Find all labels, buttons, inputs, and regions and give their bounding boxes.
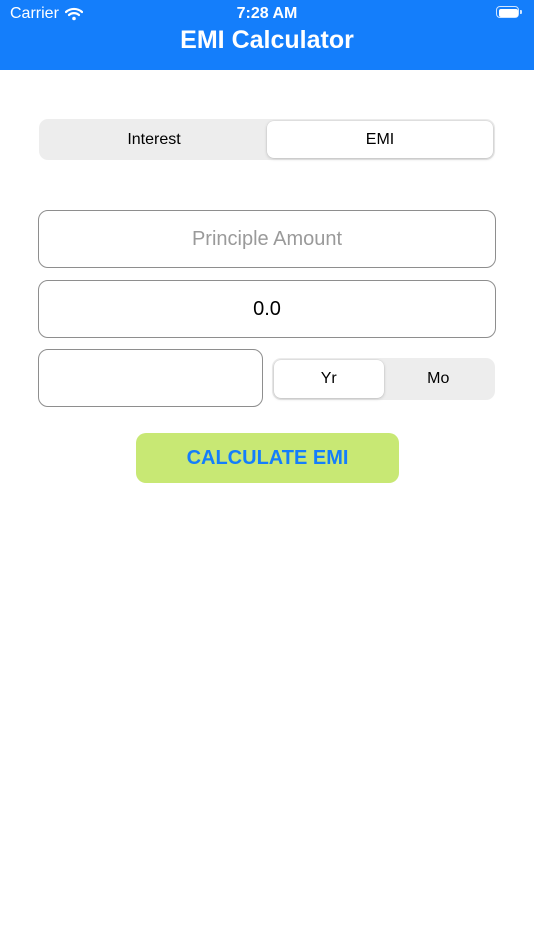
navigation-bar: Carrier 7:28 AM EMI Calculator [0,0,534,70]
segment-interest[interactable]: Interest [41,121,267,158]
battery-icon [496,6,524,20]
rate-value: 0.0 [253,297,281,320]
period-segmented-control[interactable]: Yr Mo [272,358,495,400]
rate-field[interactable]: 0.0 [38,280,496,338]
status-time: 7:28 AM [236,5,298,22]
segment-year[interactable]: Yr [274,360,384,398]
principle-amount-placeholder: Principle Amount [191,227,343,250]
principle-amount-field[interactable]: Principle Amount [38,210,496,268]
segment-month[interactable]: Mo [384,360,494,398]
tenure-field[interactable] [38,349,263,407]
page-title: EMI Calculator [180,26,354,54]
status-bar: Carrier 7:28 AM [0,0,534,28]
calculate-emi-button[interactable]: CALCULATE EMI [136,433,399,483]
mode-segmented-control[interactable]: Interest EMI [39,119,495,160]
segment-emi[interactable]: EMI [267,121,493,158]
